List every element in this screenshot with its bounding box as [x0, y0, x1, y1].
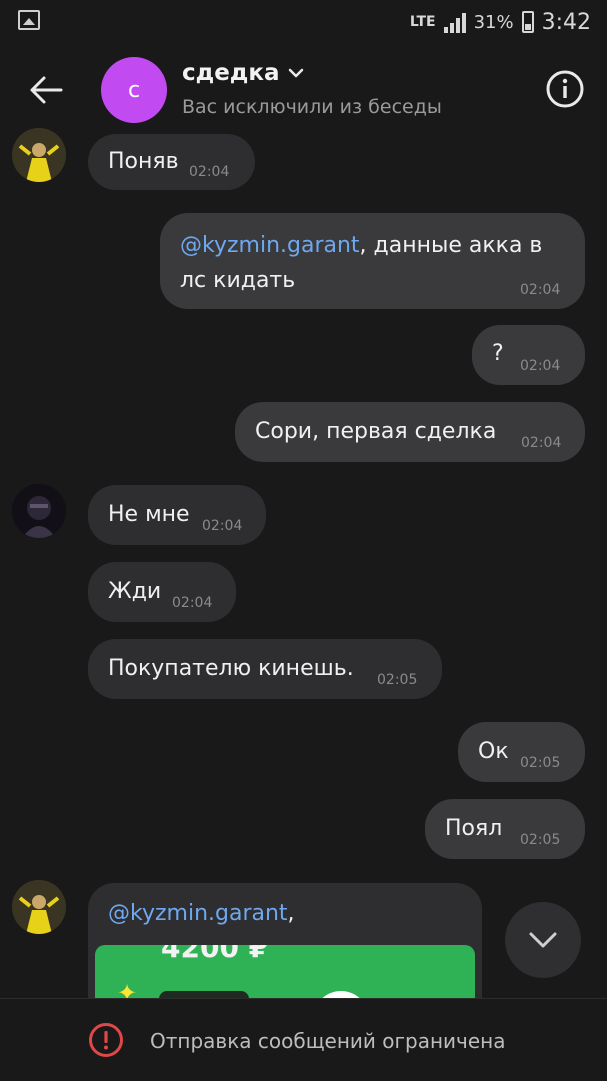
message-text: Поял	[445, 816, 503, 841]
message-time: 02:04	[189, 164, 230, 180]
back-button[interactable]	[24, 68, 68, 112]
network-type: LTE	[409, 13, 436, 30]
clock: 3:42	[541, 9, 591, 35]
message-time: 02:04	[520, 282, 561, 298]
message-text-part: ,	[287, 901, 295, 926]
chat-avatar[interactable]: с	[101, 57, 167, 123]
chat-title[interactable]: сдедка	[182, 60, 280, 86]
message-text: Не мне	[108, 502, 190, 527]
mention-link[interactable]: @kyzmin.garant	[108, 901, 288, 926]
scroll-down-button[interactable]	[505, 902, 581, 978]
restriction-text: Отправка сообщений ограничена	[150, 1029, 506, 1053]
avatar-image	[12, 880, 66, 934]
gallery-icon	[18, 10, 40, 30]
warning-icon	[89, 1023, 123, 1057]
message-text: Поняв	[108, 149, 179, 174]
status-indicators: LTE 31% 3:42	[410, 6, 591, 38]
message-text-part: , данные акка в	[359, 233, 543, 258]
status-bar: LTE 31% 3:42	[0, 0, 607, 44]
chat-subtitle: Вас исключили из беседы	[182, 96, 442, 118]
sender-avatar[interactable]	[12, 484, 66, 538]
battery-percent: 31%	[473, 11, 514, 33]
message-time: 02:04	[172, 595, 213, 611]
sender-avatar[interactable]	[12, 880, 66, 934]
message-bubble[interactable]: Не мне 02:04	[88, 485, 266, 545]
image-amount-text: 4200 ₽	[161, 945, 269, 964]
message-bubble[interactable]: Покупателю кинешь. 02:05	[88, 639, 442, 699]
message-time: 02:04	[202, 518, 243, 534]
sender-avatar[interactable]	[12, 128, 66, 182]
arrow-left-icon	[30, 76, 63, 104]
battery-icon	[521, 11, 534, 33]
message-bubble[interactable]: ? 02:04	[472, 325, 585, 385]
message-time: 02:05	[520, 832, 561, 848]
message-text: Ок	[478, 739, 509, 764]
message-text: Жди	[108, 579, 162, 604]
message-bubble[interactable]: Сори, первая сделка 02:04	[235, 402, 585, 462]
restriction-bar: Отправка сообщений ограничена	[0, 998, 607, 1081]
message-text-line2: лс кидать	[180, 268, 296, 293]
message-time: 02:05	[377, 672, 418, 688]
message-text: @kyzmin.garant, данные акка в	[180, 233, 542, 258]
message-time: 02:05	[520, 755, 561, 771]
message-bubble[interactable]: Жди 02:04	[88, 562, 236, 622]
signal-icon	[443, 11, 466, 33]
message-bubble[interactable]: Поял 02:05	[425, 799, 585, 859]
message-text: ?	[492, 341, 504, 366]
message-time: 02:04	[520, 358, 561, 374]
message-text: Покупателю кинешь.	[108, 656, 354, 681]
message-bubble[interactable]: Ок 02:05	[458, 722, 585, 782]
message-text: @kyzmin.garant,	[108, 901, 295, 926]
chevron-down-icon	[288, 68, 303, 78]
message-text: Сори, первая сделка	[255, 419, 497, 444]
message-bubble[interactable]: Поняв 02:04	[88, 134, 255, 190]
message-time: 02:04	[521, 435, 562, 451]
avatar-image	[12, 484, 66, 538]
chat-header: с сдедка Вас исключили из беседы	[0, 44, 607, 136]
message-bubble[interactable]: @kyzmin.garant, данные акка в лс кидать …	[160, 213, 585, 309]
info-icon[interactable]	[545, 69, 585, 109]
avatar-image	[12, 128, 66, 182]
chevron-down-icon	[529, 932, 557, 948]
chat-title-row[interactable]: сдедка	[182, 60, 304, 86]
mention-link[interactable]: @kyzmin.garant	[180, 233, 360, 258]
